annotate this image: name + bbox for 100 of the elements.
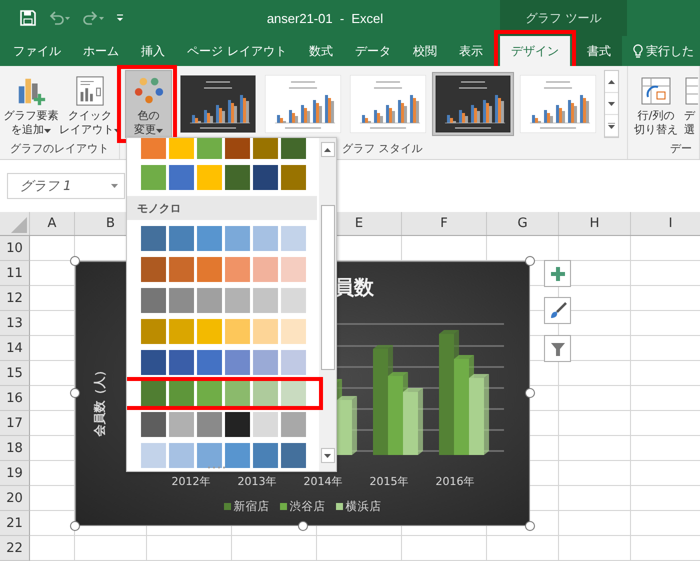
color-swatch[interactable] [197,350,222,375]
resize-handle[interactable] [70,388,80,398]
scroll-down-button[interactable] [605,93,618,115]
color-swatch[interactable] [141,288,166,313]
select-all-icon[interactable] [11,217,27,233]
row-header[interactable]: 18 [0,436,30,461]
scroll-up-button[interactable] [605,71,618,93]
color-swatch[interactable] [197,138,222,159]
color-swatch[interactable] [197,412,222,437]
name-box[interactable]: グラフ 1 [7,173,125,199]
color-swatch[interactable] [141,319,166,344]
color-swatch[interactable] [253,381,278,406]
color-swatch[interactable] [253,350,278,375]
color-swatch[interactable] [281,257,306,282]
color-swatch[interactable] [141,226,166,251]
scroll-down-button[interactable] [320,448,334,463]
row-header[interactable]: 10 [0,236,30,261]
color-swatch[interactable] [197,288,222,313]
resize-handle[interactable] [70,256,80,266]
resize-handle[interactable] [525,388,535,398]
color-swatch[interactable] [169,165,194,190]
color-swatch[interactable] [197,443,222,468]
row-header[interactable]: 17 [0,411,30,436]
column-header[interactable]: F [402,212,487,235]
color-swatch[interactable] [169,350,194,375]
row-header[interactable]: 19 [0,461,30,486]
color-swatch[interactable] [141,381,166,406]
ribbon-button[interactable]: デ 選 [683,70,700,138]
color-swatch[interactable] [281,226,306,251]
color-swatch[interactable] [169,288,194,313]
tell-me-field[interactable]: 実行した [622,36,700,66]
color-swatch[interactable] [169,226,194,251]
color-swatch[interactable] [225,138,250,159]
resize-handle[interactable] [525,256,535,266]
color-swatch[interactable] [225,443,250,468]
color-swatch[interactable] [169,412,194,437]
color-swatch[interactable] [141,138,166,159]
redo-icon[interactable] [82,11,104,25]
row-header[interactable]: 13 [0,311,30,336]
color-swatch[interactable] [253,412,278,437]
color-swatch[interactable] [169,381,194,406]
color-swatch[interactable] [281,165,306,190]
change-colors-button[interactable]: 色の 変更 [125,70,172,138]
undo-icon[interactable] [48,11,70,25]
color-swatch[interactable] [281,381,306,406]
color-swatch[interactable] [225,319,250,344]
column-header[interactable]: H [559,212,631,235]
ribbon-button[interactable]: 行/列の 切り替え [630,70,682,138]
resize-grip-icon[interactable] [207,466,225,469]
color-swatch[interactable] [225,257,250,282]
color-swatch[interactable] [141,165,166,190]
column-header[interactable]: I [631,212,700,235]
color-swatch[interactable] [281,443,306,468]
color-swatch[interactable] [169,443,194,468]
ribbon-tab[interactable]: 表示 [448,36,494,66]
color-swatch[interactable] [197,381,222,406]
chart-elements-button[interactable] [544,260,571,287]
color-swatch[interactable] [225,165,250,190]
color-swatch[interactable] [281,288,306,313]
color-swatch[interactable] [141,443,166,468]
color-swatch[interactable] [141,257,166,282]
row-header[interactable]: 11 [0,261,30,286]
ribbon-tab[interactable]: ページ レイアウト [176,36,298,66]
color-swatch[interactable] [253,226,278,251]
color-swatch[interactable] [225,381,250,406]
resize-handle[interactable] [70,521,80,531]
scroll-up-button[interactable] [320,142,334,157]
more-button[interactable] [605,115,618,137]
column-header[interactable]: G [487,212,559,235]
color-swatch[interactable] [253,138,278,159]
color-swatch[interactable] [225,350,250,375]
color-swatch[interactable] [281,412,306,437]
color-swatch[interactable] [253,288,278,313]
row-header[interactable]: 14 [0,336,30,361]
color-swatch[interactable] [141,350,166,375]
row-header[interactable]: 15 [0,361,30,386]
color-swatch[interactable] [169,138,194,159]
color-swatch[interactable] [225,412,250,437]
ribbon-tab[interactable]: デザイン [500,36,570,66]
row-header[interactable]: 20 [0,486,30,511]
ribbon-tab[interactable]: ファイル [2,36,72,66]
color-swatch[interactable] [197,319,222,344]
color-swatch[interactable] [197,257,222,282]
scroll-thumb[interactable] [320,205,334,370]
color-swatch[interactable] [141,412,166,437]
color-swatch[interactable] [253,165,278,190]
customize-icon[interactable] [116,14,124,22]
ribbon-tab[interactable]: データ [344,36,402,66]
row-header[interactable]: 16 [0,386,30,411]
row-header[interactable]: 22 [0,536,30,561]
color-swatch[interactable] [253,257,278,282]
chart-filter-button[interactable] [544,335,571,362]
color-swatch[interactable] [197,165,222,190]
color-swatch[interactable] [253,319,278,344]
ribbon-button[interactable]: グラフ要素 を追加 [2,70,60,138]
ribbon-tab[interactable]: ホーム [72,36,130,66]
resize-handle[interactable] [298,521,308,531]
resize-handle[interactable] [525,521,535,531]
color-swatch[interactable] [225,288,250,313]
column-header[interactable]: A [30,212,75,235]
